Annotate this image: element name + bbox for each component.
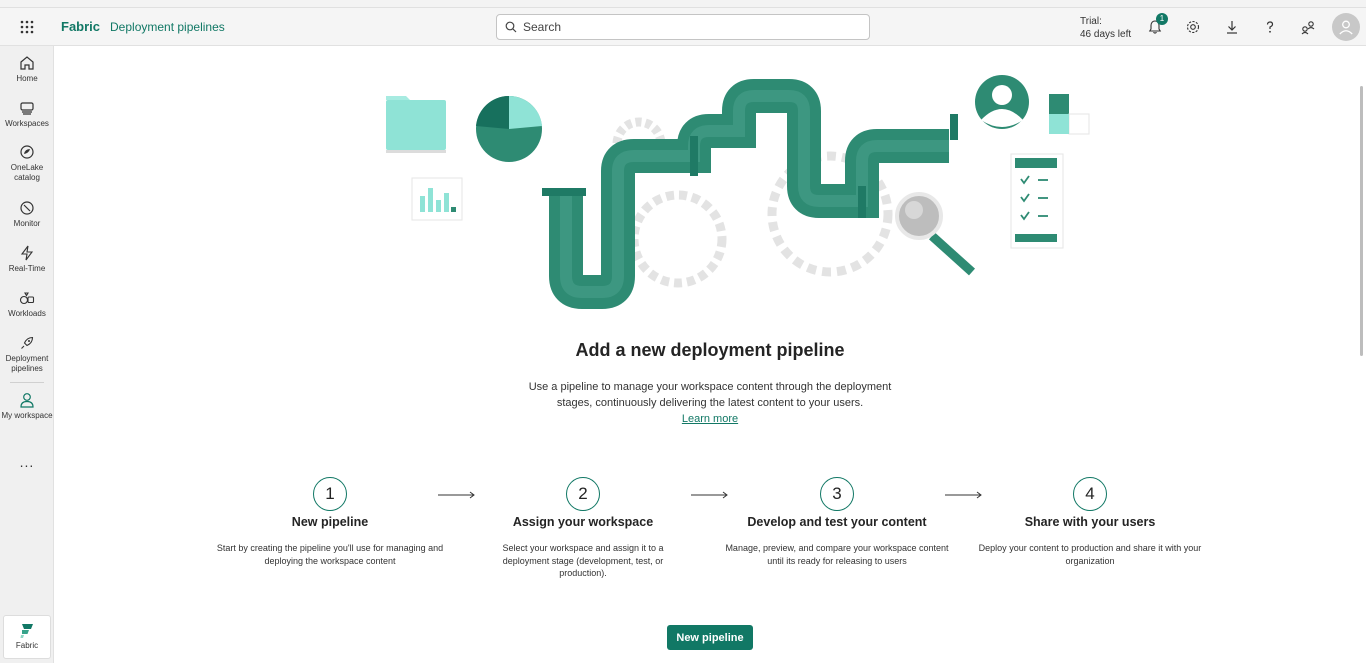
step-description: Deploy your content to production and sh…: [978, 543, 1202, 566]
checklist-icon: [1010, 153, 1064, 249]
fabric-logo-icon: [20, 624, 33, 638]
learn-more-container: Learn more: [54, 413, 1366, 425]
step-title: Develop and test your content: [747, 515, 927, 529]
trial-label: Trial:: [1080, 16, 1102, 27]
magnifier-icon: [895, 192, 976, 276]
workspaces-icon: [20, 102, 34, 115]
share-icon: [1301, 21, 1315, 35]
download-icon: [1227, 21, 1237, 34]
search-input[interactable]: Search: [496, 14, 870, 40]
nav-label: OneLake catalog: [10, 163, 44, 182]
person-icon: [20, 393, 34, 408]
monitor-icon: [20, 201, 34, 215]
help-icon: [1266, 21, 1274, 33]
nav-label: Monitor: [13, 219, 41, 228]
nav-label: Home: [16, 74, 38, 83]
step-2: 2 Assign your workspace Select your work…: [468, 477, 698, 580]
settings-button[interactable]: [1182, 16, 1204, 38]
breadcrumb[interactable]: Deployment pipelines: [110, 20, 225, 34]
nav-home[interactable]: Home: [0, 54, 54, 84]
app-launcher-icon[interactable]: [0, 8, 54, 46]
step-title: Share with your users: [1024, 515, 1156, 529]
share-button[interactable]: [1297, 16, 1319, 38]
top-bar: Fabric Deployment pipelines Search Trial…: [0, 8, 1366, 46]
nav-label: Deployment pipelines: [5, 354, 49, 373]
step-description: Select your workspace and assign it to a…: [502, 543, 664, 578]
gear-icon: [1186, 20, 1200, 34]
step-description: Start by creating the pipeline you'll us…: [216, 543, 444, 566]
notification-badge: 1: [1156, 13, 1168, 25]
rocket-icon: [21, 336, 34, 349]
page-description: Use a pipeline to manage your workspace …: [528, 381, 892, 409]
trial-days: 46 days left: [1080, 29, 1132, 40]
nav-workloads[interactable]: Workloads: [0, 289, 54, 319]
step-description: Manage, preview, and compare your worksp…: [725, 543, 949, 566]
pipe-illustration: [542, 79, 958, 309]
pie-chart-icon: [476, 95, 542, 162]
nav-my-workspace[interactable]: My workspace: [0, 391, 54, 421]
realtime-icon: [20, 245, 34, 261]
nav-label: My workspace: [1, 411, 53, 420]
step-1: 1 New pipeline Start by creating the pip…: [215, 477, 445, 567]
step-number: 4: [1073, 477, 1107, 511]
tiles-icon: [1049, 94, 1090, 135]
search-placeholder: Search: [523, 20, 562, 34]
nav-real-time[interactable]: Real-Time: [0, 244, 54, 274]
nav-divider: [10, 382, 44, 383]
nav-onelake-catalog[interactable]: OneLake catalog: [0, 143, 54, 183]
account-button[interactable]: [1332, 13, 1360, 41]
left-nav: Home Workspaces OneLake catalog Monitor …: [0, 46, 54, 663]
nav-label: Workspaces: [5, 119, 49, 128]
learn-more-link[interactable]: Learn more: [682, 413, 738, 425]
step-title: New pipeline: [291, 515, 369, 529]
fabric-switcher[interactable]: Fabric: [3, 615, 51, 659]
download-button[interactable]: [1221, 16, 1243, 38]
notifications-button[interactable]: 1: [1144, 13, 1168, 38]
scrollbar[interactable]: [1360, 86, 1363, 356]
step-title: Assign your workspace: [512, 515, 654, 529]
step-number: 3: [820, 477, 854, 511]
main-content: Add a new deployment pipeline Use a pipe…: [54, 46, 1366, 663]
workloads-icon: [19, 292, 35, 305]
browser-strip: [0, 0, 1366, 8]
more-nav-button[interactable]: ...: [0, 454, 54, 470]
nav-workspaces[interactable]: Workspaces: [0, 99, 54, 129]
trial-status: Trial: 46 days left: [1080, 15, 1131, 41]
account-icon: [1339, 20, 1353, 35]
page-title: Add a new deployment pipeline: [575, 340, 845, 360]
folder-icon: [386, 96, 446, 153]
brand-name[interactable]: Fabric: [61, 19, 100, 34]
nav-label: Workloads: [8, 309, 46, 318]
nav-deployment-pipelines[interactable]: Deployment pipelines: [0, 334, 54, 374]
step-3: 3 Develop and test your content Manage, …: [722, 477, 952, 567]
step-4: 4 Share with your users Deploy your cont…: [975, 477, 1205, 567]
new-pipeline-button[interactable]: New pipeline: [667, 625, 753, 650]
step-number: 1: [313, 477, 347, 511]
step-number: 2: [566, 477, 600, 511]
nav-monitor[interactable]: Monitor: [0, 199, 54, 229]
fabric-label: Fabric: [15, 641, 39, 650]
home-icon: [20, 56, 34, 70]
bar-chart-icon: [411, 177, 463, 221]
user-avatar-icon: [975, 75, 1029, 129]
onelake-icon: [20, 145, 34, 159]
pipeline-illustration: [386, 75, 1090, 309]
help-button[interactable]: [1259, 16, 1281, 38]
nav-label: Real-Time: [8, 264, 46, 273]
search-icon: [505, 21, 517, 33]
